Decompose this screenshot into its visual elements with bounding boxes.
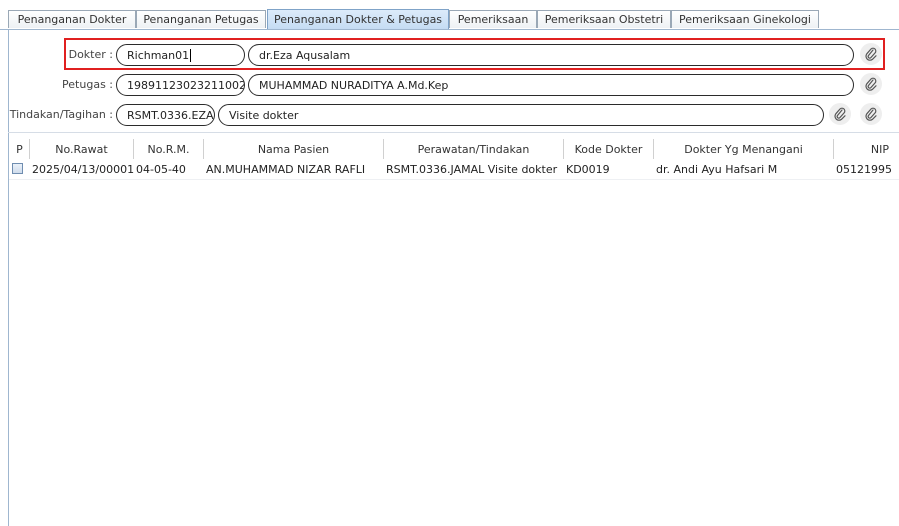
dokter-name-input[interactable]: dr.Eza Aqusalam	[248, 44, 854, 66]
cell-nip: 05121995	[836, 162, 892, 176]
column-header-nama-pasien[interactable]: Nama Pasien	[204, 139, 384, 159]
cell-perawatan: RSMT.0336.JAMAL Visite dokter	[386, 162, 558, 176]
tab-label: Pemeriksaan	[457, 13, 529, 26]
column-header-no-rm[interactable]: No.R.M.	[134, 139, 204, 159]
tindakan-name-input[interactable]: Visite dokter	[218, 104, 824, 126]
tindakan-code-input[interactable]: RSMT.0336.EZA	[116, 104, 215, 126]
tab-pemeriksaan-obstetri[interactable]: Pemeriksaan Obstetri	[537, 10, 671, 28]
paperclip-icon[interactable]	[860, 103, 882, 125]
cell-no-rm: 04-05-40	[136, 162, 186, 176]
grid-separator	[8, 132, 899, 133]
column-header-nip[interactable]: NIP	[834, 139, 899, 159]
tab-label: Penanganan Dokter	[17, 13, 127, 26]
petugas-label: Petugas :	[62, 78, 113, 91]
cell-kode-dokter: KD0019	[566, 162, 610, 176]
tab-pemeriksaan-ginekologi[interactable]: Pemeriksaan Ginekologi	[671, 10, 819, 28]
petugas-code-input[interactable]: 19891123023211002	[116, 74, 245, 96]
tindakan-name-value: Visite dokter	[229, 108, 299, 122]
column-header-p[interactable]: P	[10, 139, 30, 159]
tab-pemeriksaan[interactable]: Pemeriksaan	[449, 10, 537, 28]
tab-penanganan-petugas[interactable]: Penanganan Petugas	[136, 10, 266, 28]
column-header-kode-dokter[interactable]: Kode Dokter	[564, 139, 654, 159]
tab-penanganan-dokter[interactable]: Penanganan Dokter	[8, 10, 136, 28]
paperclip-icon[interactable]	[829, 103, 851, 125]
dokter-name-value: dr.Eza Aqusalam	[259, 48, 351, 62]
column-header-no-rawat[interactable]: No.Rawat	[30, 139, 134, 159]
cell-dokter: dr. Andi Ayu Hafsari M	[656, 162, 778, 176]
tab-label: Penanganan Dokter & Petugas	[273, 13, 443, 26]
petugas-name-value: MUHAMMAD NURADITYA A.Md.Kep	[259, 78, 449, 92]
cell-no-rawat: 2025/04/13/000016	[32, 162, 134, 176]
tindakan-code-value: RSMT.0336.EZA	[127, 108, 214, 122]
paperclip-icon[interactable]	[860, 43, 882, 65]
column-header-perawatan[interactable]: Perawatan/Tindakan	[384, 139, 564, 159]
paperclip-icon[interactable]	[860, 73, 882, 95]
dokter-code-input[interactable]: Richman01	[116, 44, 245, 66]
petugas-name-input[interactable]: MUHAMMAD NURADITYA A.Md.Kep	[248, 74, 854, 96]
tab-bar: Penanganan Dokter Penanganan Petugas Pen…	[0, 0, 899, 30]
column-header-dokter[interactable]: Dokter Yg Menangani	[654, 139, 834, 159]
petugas-code-value: 19891123023211002	[127, 78, 245, 92]
tindakan-label: Tindakan/Tagihan :	[9, 108, 113, 121]
dokter-code-value: Richman01	[127, 48, 190, 62]
tab-label: Penanganan Petugas	[143, 13, 259, 26]
cell-nama-pasien: AN.MUHAMMAD NIZAR RAFLI	[206, 162, 366, 176]
tab-label: Pemeriksaan Ginekologi	[679, 13, 811, 26]
tab-label: Pemeriksaan Obstetri	[544, 13, 664, 26]
dokter-label: Dokter :	[68, 48, 113, 61]
text-caret	[190, 48, 192, 62]
tab-penanganan-dokter-petugas[interactable]: Penanganan Dokter & Petugas	[267, 9, 449, 29]
row-checkbox[interactable]	[12, 163, 23, 174]
